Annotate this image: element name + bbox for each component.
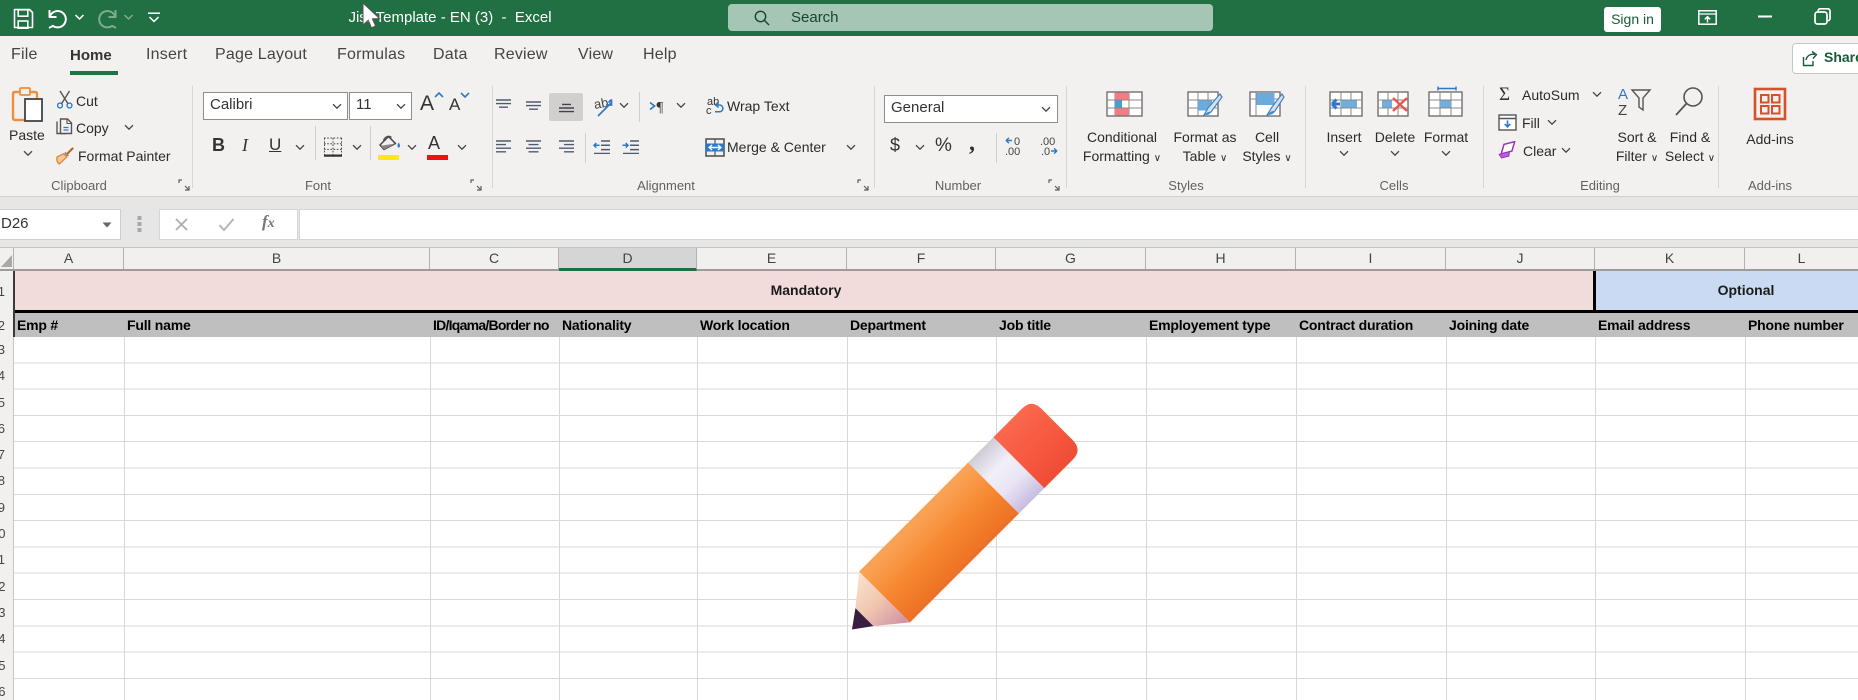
svg-text:c: c [706, 105, 712, 115]
svg-text:A: A [1618, 86, 1628, 103]
svg-text:.0: .0 [1041, 146, 1050, 156]
svg-text:Z: Z [1618, 102, 1627, 118]
svg-text:¶: ¶ [657, 100, 664, 115]
svg-text:ab: ab [594, 96, 610, 112]
svg-text:.00: .00 [1005, 146, 1020, 156]
